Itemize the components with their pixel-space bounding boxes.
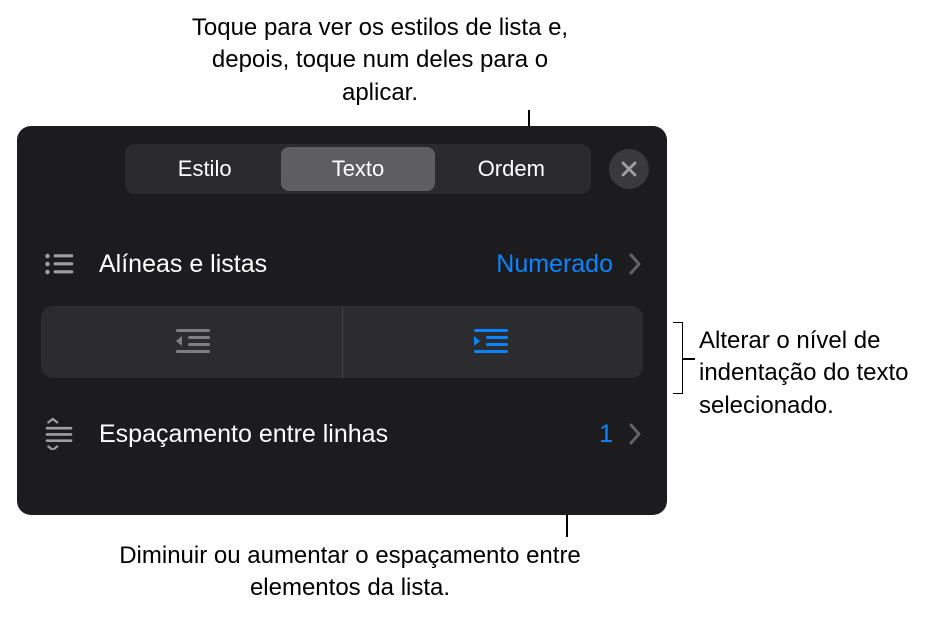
chevron-right-icon — [627, 422, 643, 446]
chevron-right-icon — [627, 252, 643, 276]
callout-text: Alterar o nível de indentação do texto s… — [699, 327, 909, 419]
row-value: 1 — [599, 420, 613, 449]
callout-line-spacing: Diminuir ou aumentar o espaçamento entre… — [110, 540, 590, 605]
indent-button-group — [41, 306, 643, 378]
outdent-icon — [166, 325, 216, 359]
tab-style[interactable]: Estilo — [128, 147, 281, 191]
row-value: Numerado — [496, 250, 613, 279]
indent-icon — [468, 325, 518, 359]
row-line-spacing[interactable]: Espaçamento entre linhas 1 — [17, 388, 667, 470]
callout-bracket — [673, 322, 683, 394]
line-spacing-icon — [41, 416, 77, 452]
close-icon — [620, 160, 638, 178]
callout-list-styles: Toque para ver os estilos de lista e, de… — [180, 12, 580, 109]
indent-button[interactable] — [343, 306, 644, 378]
row-label: Alíneas e listas — [99, 250, 496, 279]
tab-label: Texto — [332, 156, 385, 181]
row-label: Espaçamento entre linhas — [99, 420, 599, 449]
tab-text[interactable]: Texto — [281, 147, 434, 191]
list-icon — [41, 246, 77, 282]
callout-line — [683, 358, 695, 360]
callout-text: Diminuir ou aumentar o espaçamento entre… — [119, 542, 581, 601]
row-bullets-lists[interactable]: Alíneas e listas Numerado — [17, 216, 667, 300]
tab-order[interactable]: Ordem — [435, 147, 588, 191]
callout-indent: Alterar o nível de indentação do texto s… — [699, 325, 949, 422]
tab-label: Estilo — [178, 156, 232, 181]
callout-text: Toque para ver os estilos de lista e, de… — [192, 14, 568, 106]
panel-header: Estilo Texto Ordem — [17, 144, 667, 216]
format-panel: Estilo Texto Ordem — [17, 126, 667, 515]
close-button[interactable] — [609, 149, 649, 189]
segmented-control: Estilo Texto Ordem — [125, 144, 591, 194]
tab-label: Ordem — [478, 156, 545, 181]
outdent-button[interactable] — [41, 306, 343, 378]
